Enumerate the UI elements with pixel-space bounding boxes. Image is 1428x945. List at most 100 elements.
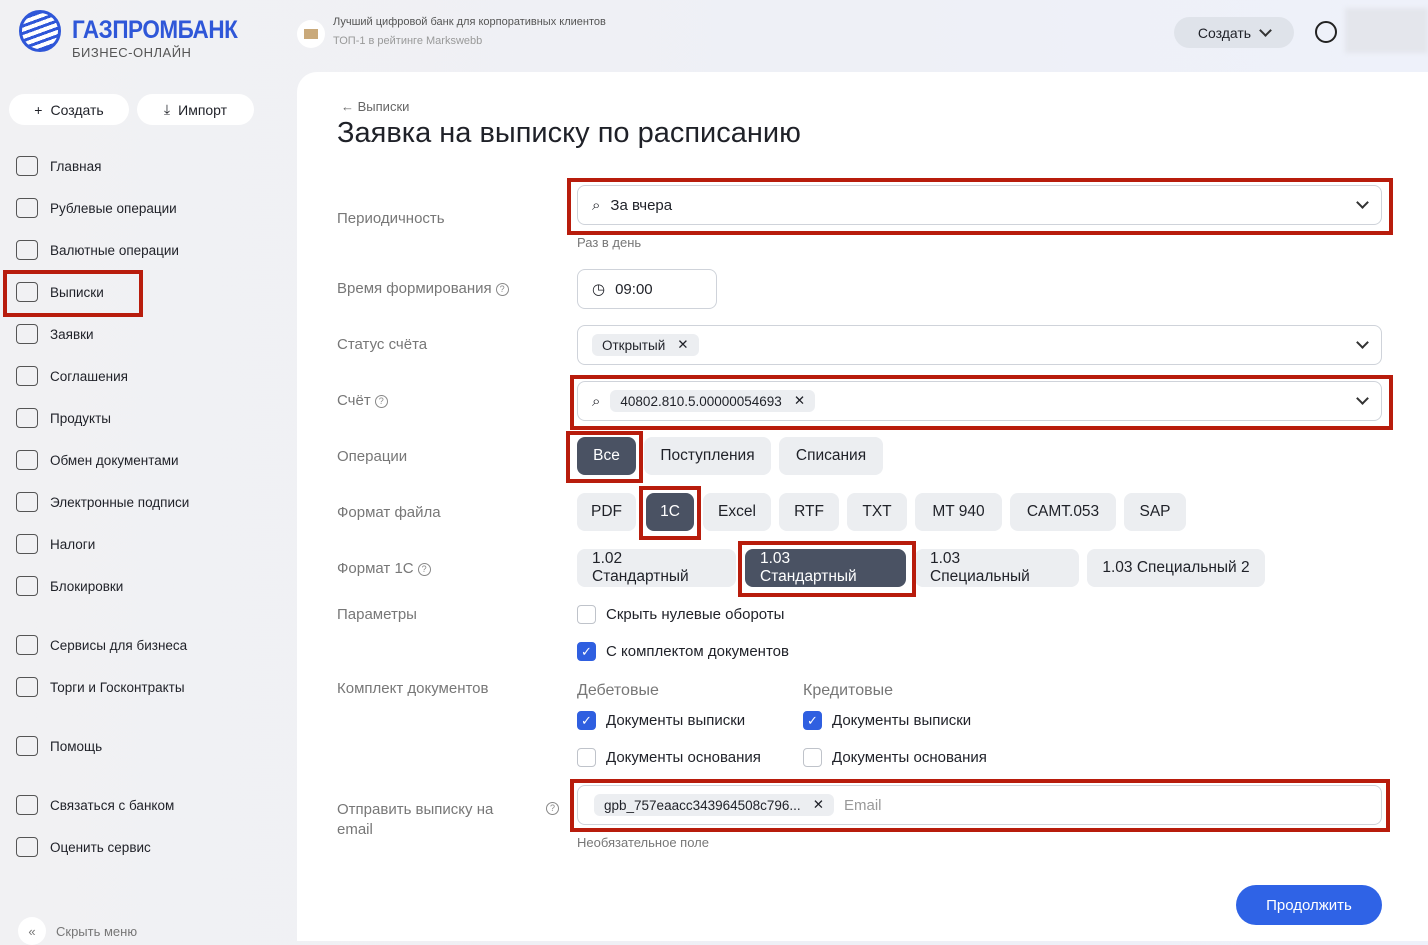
with-docs-checkbox[interactable]: ✓ С комплектом документов: [577, 642, 789, 661]
format-rtf-button[interactable]: RTF: [779, 493, 839, 531]
docs-label: Комплект документов: [337, 680, 489, 697]
sidebar-item-e-signatures[interactable]: Электронные подписи: [16, 492, 189, 512]
account-label: Счёт?: [337, 392, 388, 409]
tenders-icon: [16, 677, 38, 697]
sidebar-item-label: Налоги: [50, 536, 96, 552]
help-icon[interactable]: ?: [417, 563, 431, 576]
sidebar-import-label: Импорт: [178, 101, 228, 118]
time-value: 09:00: [615, 280, 653, 298]
breadcrumb-label: Выписки: [357, 99, 410, 114]
remove-chip-icon[interactable]: ✕: [813, 797, 824, 813]
chevron-down-icon: [1259, 23, 1272, 37]
email-input[interactable]: gpb_757eaacc343964508c796... ✕ Email: [577, 785, 1382, 825]
search-icon: ⌕: [592, 392, 601, 410]
format1c-103-spec-button[interactable]: 1.03 Специальный: [915, 549, 1079, 587]
periodicity-select[interactable]: ⌕ За вчера: [577, 185, 1382, 225]
sidebar-item-fx-ops[interactable]: Валютные операции: [16, 240, 179, 260]
chevron-down-icon: [1356, 196, 1369, 209]
check-icon[interactable]: ✓: [803, 711, 822, 730]
help-icon: [16, 736, 38, 756]
status-select[interactable]: Открытый ✕: [577, 325, 1382, 365]
account-chip-label: 40802.810.5.00000054693: [620, 393, 782, 409]
periodicity-hint: Раз в день: [577, 235, 642, 250]
help-icon[interactable]: ?: [495, 283, 509, 296]
sidebar-item-label: Блокировки: [50, 578, 124, 594]
operations-all-button[interactable]: Все: [577, 437, 636, 475]
sidebar-item-rate-service[interactable]: Оценить сервис: [16, 837, 151, 857]
sidebar-import-button[interactable]: ⤓ Импорт: [137, 94, 254, 125]
promo-line1: Лучший цифровой банк для корпоративных к…: [333, 16, 606, 28]
sidebar-item-contact-bank[interactable]: Связаться с банком: [16, 795, 174, 815]
plus-icon: +: [34, 101, 43, 118]
sidebar-item-label: Сервисы для бизнеса: [50, 637, 188, 653]
format-1c-button[interactable]: 1С: [646, 493, 694, 531]
hide-zero-checkbox[interactable]: Скрыть нулевые обороты: [577, 605, 784, 624]
sidebar-item-taxes[interactable]: Налоги: [16, 534, 95, 554]
breadcrumb-back-link[interactable]: ← Выписки: [341, 99, 409, 114]
account-select[interactable]: ⌕ 40802.810.5.00000054693 ✕: [577, 381, 1382, 421]
format1c-label: Формат 1С?: [337, 560, 431, 577]
remove-chip-icon[interactable]: ✕: [794, 393, 805, 409]
sidebar-item-label: Связаться с банком: [50, 797, 175, 813]
sidebar-item-home[interactable]: Главная: [16, 156, 101, 176]
sidebar-create-button[interactable]: + Создать: [9, 94, 129, 125]
email-hint: Необязательное поле: [577, 835, 709, 850]
brand-name: ГАЗПРОМБАНК: [72, 16, 238, 44]
sidebar-item-label: Оценить сервис: [50, 839, 151, 855]
format-pdf-button[interactable]: PDF: [577, 493, 636, 531]
check-icon[interactable]: ✓: [577, 642, 596, 661]
debit-heading: Дебетовые: [577, 682, 659, 699]
sidebar-item-statements[interactable]: Выписки: [16, 282, 104, 302]
sidebar-item-business-services[interactable]: Сервисы для бизнеса: [16, 635, 187, 655]
time-label: Время формирования?: [337, 280, 509, 297]
email-chip: gpb_757eaacc343964508c796... ✕: [594, 794, 834, 816]
checkbox-box[interactable]: [803, 748, 822, 767]
format1c-103-std-button[interactable]: 1.03 Стандартный: [745, 549, 906, 587]
sidebar-item-label: Выписки: [50, 284, 104, 300]
search-icon: ⌕: [592, 196, 601, 214]
sidebar-item-blocks[interactable]: Блокировки: [16, 576, 123, 596]
sidebar-item-requests[interactable]: Заявки: [16, 324, 94, 344]
operations-outgoing-button[interactable]: Списания: [779, 437, 883, 475]
brand-subtitle: БИЗНЕС-ОНЛАЙН: [72, 45, 192, 60]
operations-income-button[interactable]: Поступления: [644, 437, 771, 475]
sidebar-item-tenders[interactable]: Торги и Госконтракты: [16, 677, 185, 697]
check-icon[interactable]: ✓: [577, 711, 596, 730]
status-chip: Открытый ✕: [592, 334, 699, 356]
sidebar-item-doc-exchange[interactable]: Обмен документами: [16, 450, 179, 470]
chevron-down-icon: [1356, 392, 1369, 405]
file-format-label: Формат файла: [337, 504, 441, 521]
debit-basis-docs-checkbox[interactable]: Документы основания: [577, 748, 761, 767]
header-create-button[interactable]: Создать: [1174, 17, 1294, 48]
format1c-103-spec2-button[interactable]: 1.03 Специальный 2: [1087, 549, 1265, 587]
checkbox-box[interactable]: [577, 748, 596, 767]
sidebar-item-label: Помощь: [50, 738, 103, 754]
home-icon: [16, 156, 38, 176]
remove-chip-icon[interactable]: ✕: [677, 337, 688, 353]
sidebar-create-label: Создать: [50, 101, 104, 118]
debit-statement-docs-checkbox[interactable]: ✓ Документы выписки: [577, 711, 745, 730]
help-icon[interactable]: ?: [374, 395, 388, 408]
help-icon[interactable]: ?: [546, 802, 559, 815]
contact-bank-icon: [16, 795, 38, 815]
continue-button[interactable]: Продолжить: [1236, 885, 1382, 925]
user-profile-icon[interactable]: [1315, 21, 1337, 43]
sidebar-item-help[interactable]: Помощь: [16, 736, 102, 756]
format-txt-button[interactable]: TXT: [847, 493, 907, 531]
checkbox-box[interactable]: [577, 605, 596, 624]
credit-statement-docs-checkbox[interactable]: ✓ Документы выписки: [803, 711, 971, 730]
format-sap-button[interactable]: SAP: [1124, 493, 1186, 531]
format-mt940-button[interactable]: MT 940: [915, 493, 1002, 531]
operations-label: Операции: [337, 448, 408, 465]
format-camt053-button[interactable]: CAMT.053: [1010, 493, 1116, 531]
time-input[interactable]: ◷ 09:00: [577, 269, 717, 309]
sidebar-item-label: Обмен документами: [50, 452, 179, 468]
format-excel-button[interactable]: Excel: [703, 493, 771, 531]
sidebar-item-agreements[interactable]: Соглашения: [16, 366, 128, 386]
params-label: Параметры: [337, 606, 417, 623]
sidebar-item-rub-ops[interactable]: Рублевые операции: [16, 198, 177, 218]
sidebar-item-products[interactable]: Продукты: [16, 408, 111, 428]
credit-basis-docs-checkbox[interactable]: Документы основания: [803, 748, 987, 767]
requests-icon: [16, 324, 38, 344]
format1c-102-button[interactable]: 1.02 Стандартный: [577, 549, 736, 587]
